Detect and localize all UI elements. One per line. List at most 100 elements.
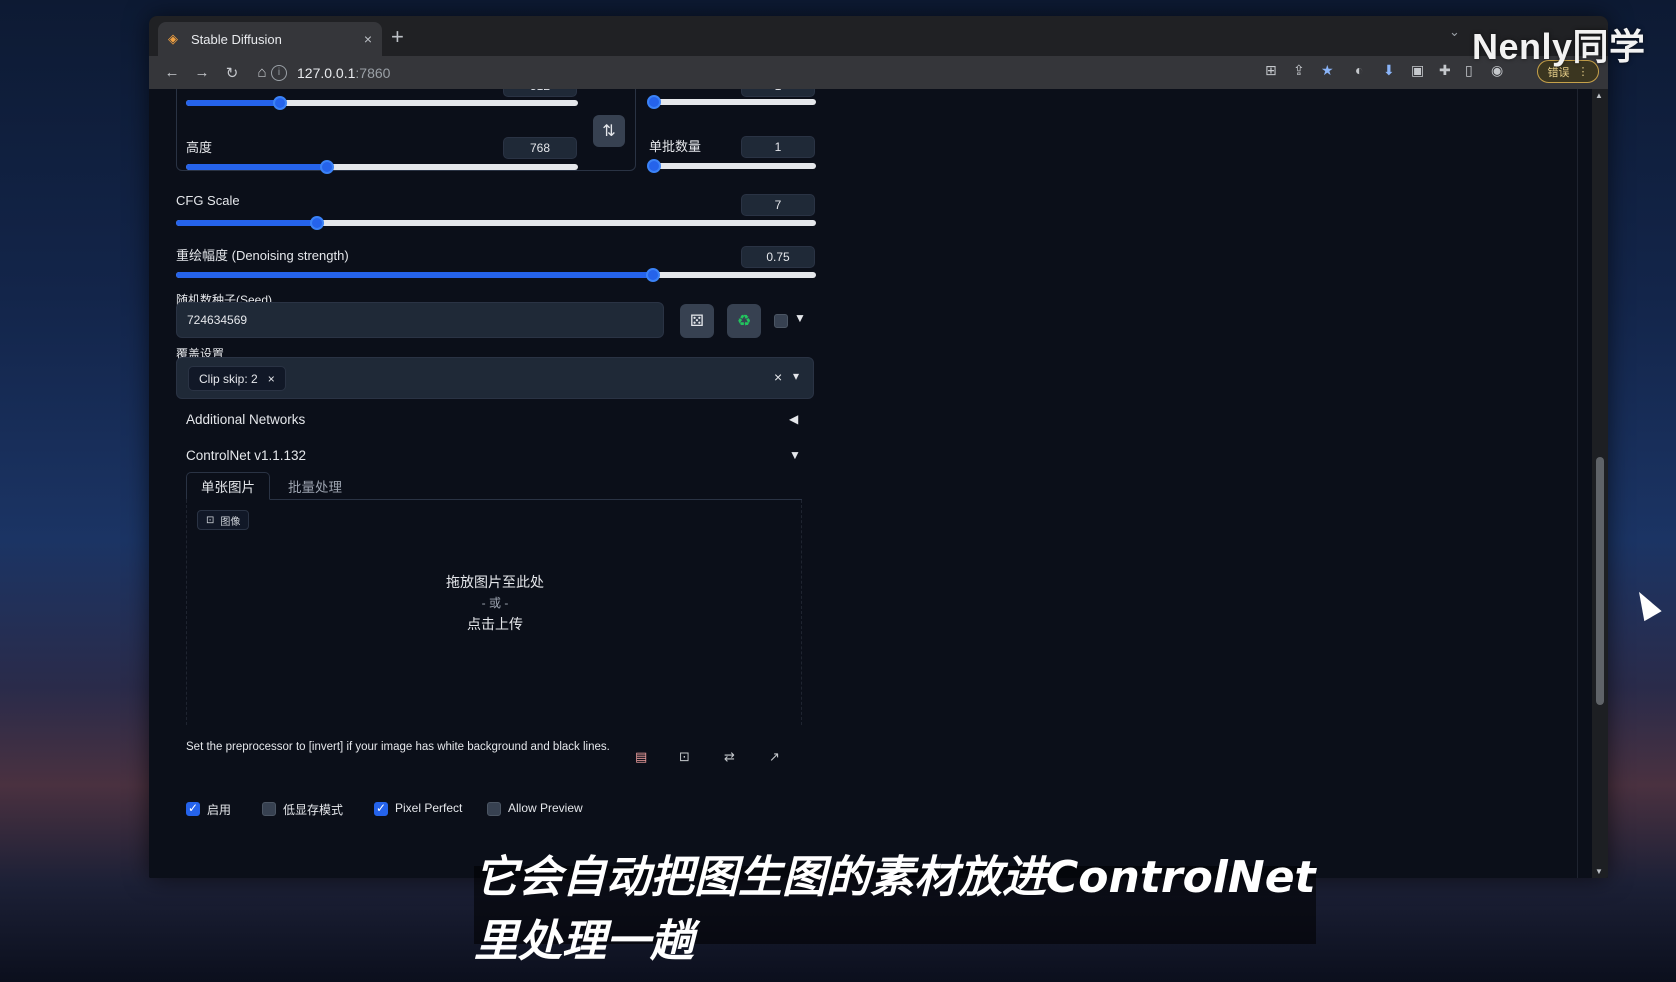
batch-size-slider[interactable] bbox=[647, 159, 816, 173]
tab-strip: ◈ Stable Diffusion × + ⌄ bbox=[149, 16, 1608, 56]
extension-b-icon[interactable]: ▣ bbox=[1411, 62, 1424, 79]
tab-title: Stable Diffusion bbox=[191, 31, 282, 47]
low-vram-label: 低显存模式 bbox=[283, 803, 344, 817]
height-label: 高度 bbox=[186, 140, 213, 155]
width-slider-fill bbox=[186, 100, 281, 106]
recycle-icon: ♻ bbox=[736, 313, 752, 330]
batch-count-slider-knob[interactable] bbox=[647, 95, 661, 109]
browser-window: ◈ Stable Diffusion × + ⌄ ← → ↻ ⌂ i 127.0… bbox=[149, 16, 1608, 878]
image-tag-label: 图像 bbox=[220, 516, 241, 528]
site-info-icon[interactable]: i bbox=[271, 64, 287, 81]
swap-dimensions-button[interactable]: ⇅ bbox=[593, 115, 625, 147]
denoising-strength-number-input[interactable]: 0.75 bbox=[741, 246, 815, 268]
send-dimensions-icon[interactable]: ↗ bbox=[769, 749, 780, 765]
denoising-strength-slider-knob[interactable] bbox=[645, 268, 660, 282]
scroll-down-icon[interactable]: ▼ bbox=[1595, 867, 1603, 876]
batch-count-slider[interactable] bbox=[647, 95, 816, 109]
height-number-input[interactable]: 768 bbox=[503, 137, 577, 159]
cfg-scale-slider-knob[interactable] bbox=[309, 216, 324, 230]
pixel-perfect-label: Pixel Perfect bbox=[395, 801, 463, 815]
mouse-cursor-icon bbox=[1630, 586, 1662, 622]
extra-seed-checkbox[interactable] bbox=[774, 314, 788, 328]
controlnet-tabs: 单张图片 批量处理 bbox=[186, 472, 802, 500]
browser-toolbar: ← → ↻ ⌂ i 127.0.0.1:7860 ⊞ ⇪ ★ ◐ ⬇ ▣ ✚ ▯… bbox=[149, 56, 1608, 89]
drop-line-1: 拖放图片至此处 bbox=[446, 574, 544, 590]
extra-seed-toggle-icon[interactable]: ▼ bbox=[794, 311, 806, 325]
back-icon[interactable]: ← bbox=[157, 64, 187, 81]
url-port: :7860 bbox=[355, 64, 391, 81]
allow-preview-checkbox[interactable] bbox=[487, 802, 501, 816]
mirror-webcam-icon[interactable]: ⇄ bbox=[724, 749, 735, 765]
pixel-perfect-checkbox[interactable] bbox=[374, 801, 388, 816]
batch-size-slider-knob[interactable] bbox=[647, 159, 661, 173]
tab-single-image[interactable]: 单张图片 bbox=[186, 472, 270, 500]
clear-all-icon[interactable]: × bbox=[774, 369, 782, 385]
collapse-left-icon[interactable]: ◀ bbox=[789, 412, 798, 426]
share-icon[interactable]: ⇪ bbox=[1293, 62, 1305, 79]
height-slider[interactable] bbox=[186, 160, 578, 174]
cfg-scale-label: CFG Scale bbox=[176, 193, 240, 208]
drop-line-3: 点击上传 bbox=[467, 616, 523, 632]
controlnet-accordion[interactable]: ControlNet v1.1.132 bbox=[186, 448, 306, 463]
watermark: Nenly同学 bbox=[1472, 26, 1646, 67]
width-slider[interactable] bbox=[186, 96, 578, 110]
invert-hint: Set the preprocessor to [invert] if your… bbox=[186, 741, 610, 753]
expand-down-icon[interactable]: ▼ bbox=[789, 448, 801, 462]
low-vram-checkbox[interactable] bbox=[262, 802, 276, 816]
forward-icon[interactable]: → bbox=[187, 64, 217, 81]
extensions-puzzle-icon[interactable]: ✚ bbox=[1439, 62, 1451, 79]
video-subtitle: 它会自动把图生图的素材放进ControlNet里处理一趟 bbox=[474, 852, 1316, 967]
denoising-strength-slider-fill bbox=[176, 272, 653, 278]
scrollbar-thumb[interactable] bbox=[1596, 457, 1604, 705]
batch-count-number-input[interactable]: 1 bbox=[741, 89, 815, 97]
image-tag-icon: ⊡ bbox=[206, 514, 215, 526]
new-tab-button[interactable]: + bbox=[391, 24, 404, 50]
tab-close-icon[interactable]: × bbox=[364, 31, 372, 47]
override-settings-dropdown[interactable]: Clip skip: 2 × × ▾ bbox=[176, 357, 814, 399]
browser-tab[interactable]: ◈ Stable Diffusion × bbox=[158, 22, 382, 56]
clip-skip-chip[interactable]: Clip skip: 2 × bbox=[188, 366, 286, 391]
download-icon[interactable]: ⬇ bbox=[1383, 62, 1395, 79]
extension-a-icon[interactable]: ◐ bbox=[1355, 62, 1363, 78]
chip-remove-icon[interactable]: × bbox=[268, 372, 275, 386]
enable-checkbox[interactable] bbox=[186, 801, 200, 816]
scroll-up-icon[interactable]: ▲ bbox=[1595, 91, 1603, 100]
clip-skip-chip-label: Clip skip: 2 bbox=[199, 371, 258, 386]
width-number-input[interactable]: 512 bbox=[503, 89, 577, 97]
additional-networks-accordion[interactable]: Additional Networks bbox=[186, 412, 305, 427]
seed-input[interactable]: 724634569 bbox=[176, 302, 664, 338]
batch-size-number-input[interactable]: 1 bbox=[741, 136, 815, 158]
reuse-seed-button[interactable]: ♻ bbox=[727, 304, 761, 338]
denoising-strength-label: 重绘幅度 (Denoising strength) bbox=[176, 248, 349, 263]
image-dropzone[interactable]: ⊡ 图像 拖放图片至此处 - 或 - 点击上传 bbox=[186, 500, 802, 725]
drop-line-2: - 或 - bbox=[481, 596, 509, 610]
new-canvas-icon[interactable]: ▤ bbox=[635, 749, 647, 765]
bookmark-star-icon[interactable]: ★ bbox=[1321, 62, 1334, 79]
webcam-icon[interactable]: ⊡ bbox=[679, 749, 690, 765]
dice-icon: ⚄ bbox=[690, 313, 704, 330]
random-seed-button[interactable]: ⚄ bbox=[680, 304, 714, 338]
dropdown-caret-icon[interactable]: ▾ bbox=[793, 369, 799, 383]
image-tag: ⊡ 图像 bbox=[197, 510, 250, 530]
translate-icon[interactable]: ⊞ bbox=[1265, 62, 1277, 79]
width-slider-knob[interactable] bbox=[273, 96, 288, 110]
allow-preview-label: Allow Preview bbox=[508, 801, 583, 815]
page-viewport: 512 高度 768 ⇅ 1 单批数量 1 CFG Scale 7 bbox=[149, 89, 1608, 878]
reload-icon[interactable]: ↻ bbox=[217, 64, 247, 82]
height-slider-fill bbox=[186, 164, 328, 170]
cfg-scale-number-input[interactable]: 7 bbox=[741, 194, 815, 216]
stable-diffusion-favicon-icon: ◈ bbox=[168, 31, 178, 46]
cfg-scale-slider[interactable] bbox=[176, 216, 816, 230]
page-scrollbar[interactable]: ▲ ▼ bbox=[1592, 89, 1608, 878]
cfg-scale-slider-fill bbox=[176, 220, 317, 226]
tab-batch[interactable]: 批量处理 bbox=[274, 472, 356, 500]
enable-label: 启用 bbox=[207, 803, 232, 817]
denoising-strength-slider[interactable] bbox=[176, 268, 816, 282]
batch-size-label: 单批数量 bbox=[649, 139, 702, 154]
tab-search-chevron-icon[interactable]: ⌄ bbox=[1449, 24, 1460, 40]
height-slider-knob[interactable] bbox=[320, 160, 335, 174]
address-bar[interactable]: i 127.0.0.1:7860 bbox=[271, 60, 1181, 85]
url-host: 127.0.0.1 bbox=[297, 64, 356, 81]
page-right-border bbox=[1577, 89, 1578, 878]
swap-icon: ⇅ bbox=[602, 123, 616, 140]
